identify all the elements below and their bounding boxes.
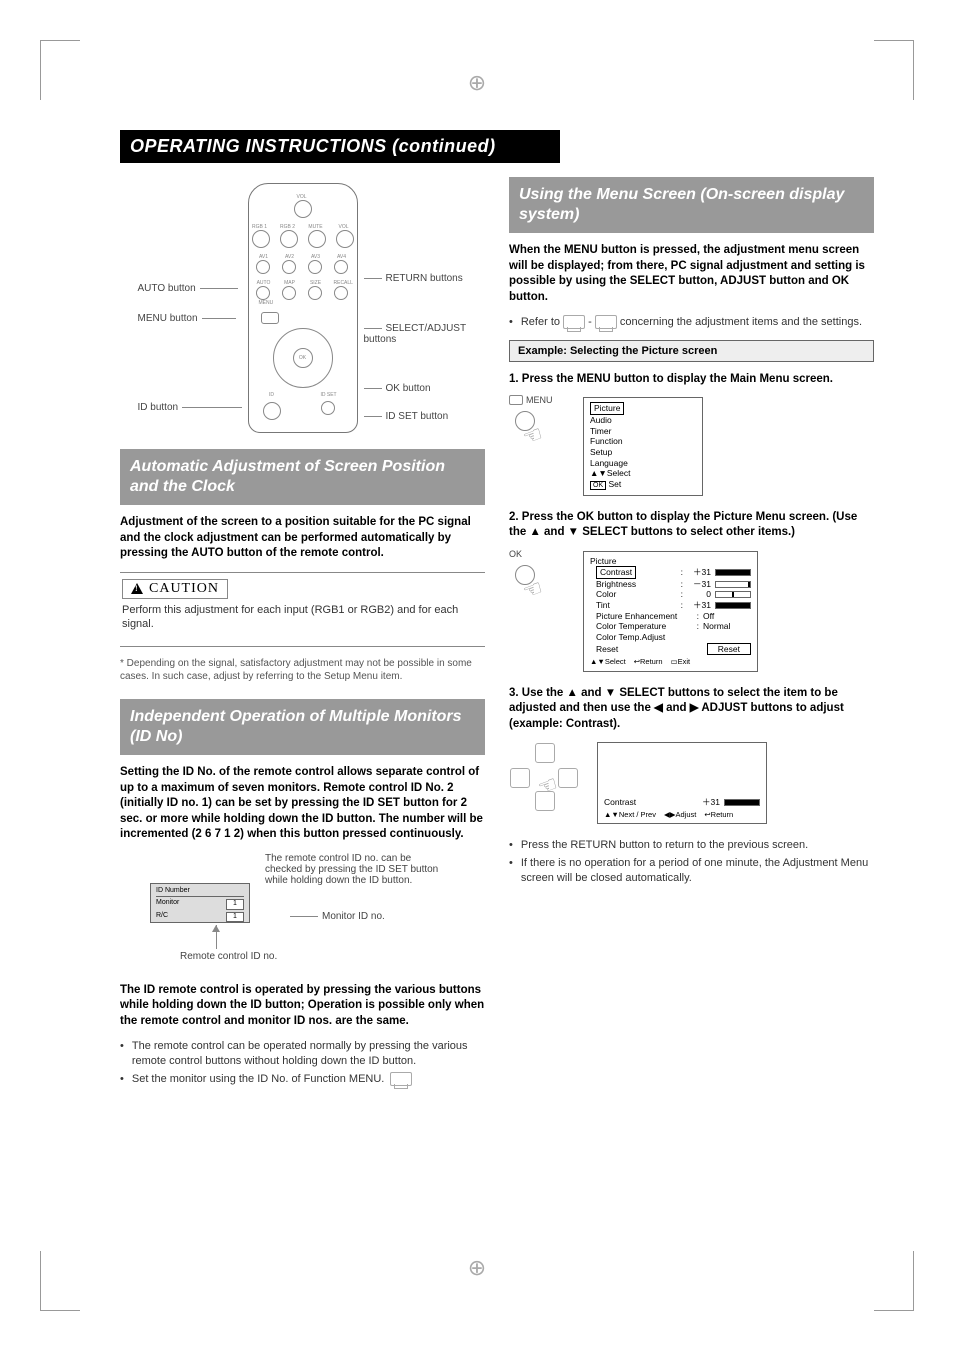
step-2: 2. Press the OK button to display the Pi… <box>509 510 874 541</box>
crop-mark <box>40 40 80 100</box>
menu-button[interactable] <box>261 312 279 324</box>
picture-menu-osd: Picture Contrast:＋31 Brightness:－31 Colo… <box>583 551 758 672</box>
id-fig-caption-monitor: Monitor ID no. <box>290 911 385 922</box>
hand-icon: ☜ <box>519 574 546 605</box>
press-ok-figure: OK ☜ <box>509 551 565 607</box>
mute-button[interactable] <box>308 230 326 248</box>
crop-mark <box>874 40 914 100</box>
id-bullet-1: The remote control can be operated norma… <box>120 1039 485 1069</box>
step-1: 1. Press the MENU button to display the … <box>509 372 874 388</box>
callout-id: ID button <box>138 402 243 413</box>
tail-bullet-2: If there is no operation for a period of… <box>509 856 874 886</box>
callout-select-adjust: SELECT/ADJUSTbuttons <box>364 323 467 345</box>
remote-control-figure: VOL RGB 1 RGB 2 MUTE VOL AV1 AV2 AV3 <box>138 177 468 437</box>
callout-return: RETURN buttons <box>364 273 463 284</box>
id-set-button[interactable] <box>321 401 335 415</box>
id-no-intro: Setting the ID No. of the remote control… <box>120 765 485 843</box>
registration-mark-icon: ⊕ <box>468 70 486 96</box>
caution-body: Perform this adjustment for each input (… <box>122 603 483 633</box>
contrast-osd: Contrast ＋31 ▲▼Next / Prev ◀▶Adjust ↩Ret… <box>597 742 767 824</box>
ok-button[interactable]: OK <box>293 348 313 368</box>
auto-button[interactable] <box>256 286 270 300</box>
main-menu-osd: Picture Audio Timer Function Setup Langu… <box>583 397 703 495</box>
hand-icon: ☜ <box>519 421 546 452</box>
id-fig-caption-check: The remote control ID no. can be checked… <box>265 853 450 886</box>
id-bullet-2: Set the monitor using the ID No. of Func… <box>120 1072 485 1087</box>
registration-mark-icon: ⊕ <box>468 1255 486 1281</box>
section-heading-auto-adjust: Automatic Adjustment of Screen Position … <box>120 449 485 505</box>
example-box: Example: Selecting the Picture screen <box>509 340 874 362</box>
crop-mark <box>874 1251 914 1311</box>
av1-button[interactable] <box>256 260 270 274</box>
auto-adjust-note: * Depending on the signal, satisfactory … <box>120 657 485 683</box>
map-button[interactable] <box>282 286 296 300</box>
tail-bullet-1: Press the RETURN button to return to the… <box>509 838 874 853</box>
callout-ok: OK button <box>364 383 431 394</box>
page-ref-icon <box>563 315 585 329</box>
step-3: 3. Use the ▲ and ▼ SELECT buttons to sel… <box>509 686 874 733</box>
press-menu-figure: MENU ☜ <box>509 397 565 453</box>
callout-idset: ID SET button <box>364 411 449 422</box>
callout-auto: AUTO button <box>138 283 238 294</box>
crop-mark <box>40 1251 80 1311</box>
id-number-figure: ID Number Monitor1 R/C1 The remote contr… <box>120 853 485 973</box>
section-heading-id-no: Independent Operation of Multiple Monito… <box>120 699 485 755</box>
rgb1-button[interactable] <box>252 230 270 248</box>
callout-menu: MENU button <box>138 313 236 324</box>
auto-adjust-intro: Adjustment of the screen to a position s… <box>120 515 485 562</box>
vol-down-button[interactable] <box>336 230 354 248</box>
caution-label: CAUTION <box>122 579 228 599</box>
recall-button[interactable] <box>334 286 348 300</box>
page-ref-icon <box>595 315 617 329</box>
av2-button[interactable] <box>282 260 296 274</box>
av4-button[interactable] <box>334 260 348 274</box>
rgb2-button[interactable] <box>280 230 298 248</box>
id-fig-caption-rc: Remote control ID no. <box>180 951 277 962</box>
id-number-osd: ID Number Monitor1 R/C1 <box>150 883 250 923</box>
vol-up-button[interactable] <box>294 200 312 218</box>
av3-button[interactable] <box>308 260 322 274</box>
nav-pad[interactable]: OK <box>273 328 333 388</box>
nav-cross-figure: ☜ <box>509 742 579 812</box>
remote-body: VOL RGB 1 RGB 2 MUTE VOL AV1 AV2 AV3 <box>248 183 358 433</box>
size-button[interactable] <box>308 286 322 300</box>
warning-icon <box>131 583 143 594</box>
menu-intro: When the MENU button is pressed, the adj… <box>509 243 874 305</box>
page-title: OPERATING INSTRUCTIONS (continued) <box>120 130 560 163</box>
page-ref-icon <box>390 1072 412 1086</box>
menu-icon <box>509 395 523 405</box>
section-heading-menu-screen: Using the Menu Screen (On-screen display… <box>509 177 874 233</box>
id-button[interactable] <box>263 402 281 420</box>
refer-to-pages: Refer to - concerning the adjustment ite… <box>509 315 874 330</box>
id-no-intro2: The ID remote control is operated by pre… <box>120 983 485 1030</box>
